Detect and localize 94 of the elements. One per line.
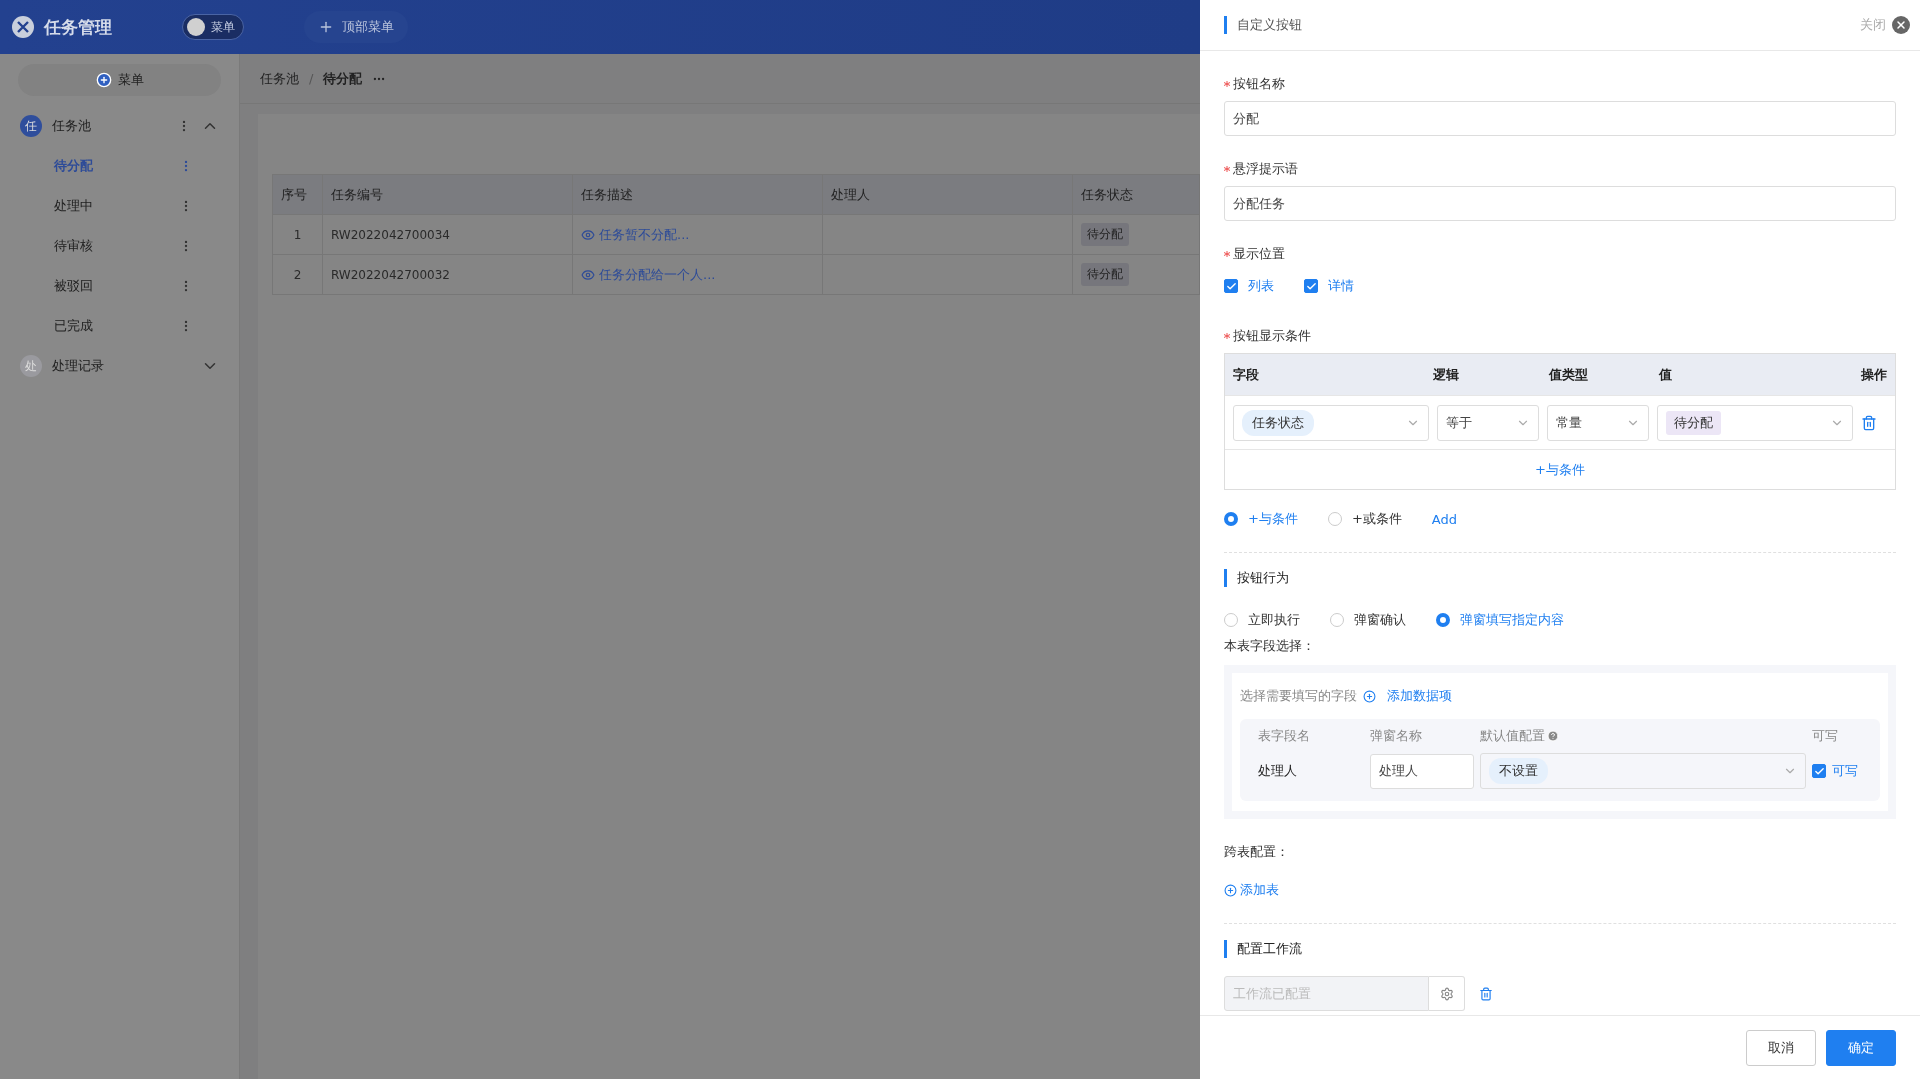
add-data-link[interactable]: 添加数据项	[1363, 687, 1453, 705]
required-icon	[1224, 81, 1230, 87]
select-field[interactable]: 不设置	[1480, 753, 1806, 789]
column-header: 任务状态	[1073, 175, 1200, 215]
radio-button[interactable]	[1327, 512, 1342, 526]
column-header: 操作	[1860, 365, 1887, 384]
select-field[interactable]: 任务状态	[1233, 404, 1429, 441]
plus-icon	[1363, 689, 1376, 703]
gear-icon	[1439, 986, 1454, 1001]
top-menu-button[interactable]: 顶部菜单	[304, 11, 408, 43]
radio-label[interactable]: 弹窗确认	[1354, 611, 1406, 629]
field-label: 按钮名称	[1233, 75, 1285, 93]
eye-icon	[581, 227, 595, 242]
sidebar-group[interactable]: 处理记录	[52, 357, 191, 375]
radio-button[interactable]	[1224, 613, 1238, 627]
table-cell: 1	[273, 215, 323, 255]
checkbox-label[interactable]: 列表	[1248, 277, 1274, 295]
input-field[interactable]: 分配任务	[1224, 186, 1896, 221]
cancel-button[interactable]: 取消	[1746, 1029, 1816, 1066]
column-header: 任务编号	[323, 175, 573, 215]
plus-icon	[1224, 883, 1237, 897]
hint-text: 选择需要填写的字段	[1240, 687, 1357, 705]
sidebar-item[interactable]: 处理中	[54, 197, 93, 215]
column-header: 字段	[1233, 365, 1260, 384]
checkbox[interactable]	[1224, 279, 1238, 293]
table-cell: RW2022042700032	[323, 255, 573, 295]
status-tag: 待分配	[1081, 263, 1129, 286]
section-label: 本表字段选择：	[1224, 637, 1316, 655]
add-button[interactable]: Add	[1431, 511, 1457, 527]
select-field[interactable]: 等于	[1437, 404, 1539, 441]
table-cell-text: 处理人	[1258, 762, 1298, 780]
radio-button[interactable]	[1330, 613, 1344, 627]
plus-icon	[318, 19, 334, 35]
delete-icon[interactable]	[1479, 986, 1493, 1001]
required-icon	[1224, 251, 1230, 257]
status-tag: 待分配	[1081, 223, 1129, 246]
checkbox-label[interactable]: 可写	[1832, 762, 1858, 780]
radio-label[interactable]: +或条件	[1351, 510, 1402, 528]
column-header: 默认值配置	[1480, 727, 1806, 745]
drawer-title: 自定义按钮	[1224, 16, 1302, 34]
column-header: 任务描述	[573, 175, 823, 215]
sidebar-group[interactable]: 任务池	[52, 117, 167, 135]
close-label[interactable]: 关闭	[1860, 16, 1886, 34]
column-header: 值	[1659, 365, 1673, 384]
add-menu-button[interactable]: 菜单	[18, 64, 221, 96]
plus-icon	[95, 72, 112, 88]
menu-toggle[interactable]: 菜单	[182, 14, 244, 40]
column-header: 序号	[273, 175, 323, 215]
checkbox-label[interactable]: 详情	[1328, 277, 1354, 295]
field-label: 显示位置	[1233, 245, 1285, 263]
field-label: 悬浮提示语	[1233, 160, 1298, 178]
add-table-link[interactable]: 添加表	[1224, 881, 1279, 899]
field-label: 按钮显示条件	[1233, 327, 1311, 345]
input-field[interactable]: 分配	[1224, 101, 1896, 136]
column-header: 值类型	[1549, 365, 1589, 384]
confirm-button[interactable]: 确定	[1826, 1029, 1896, 1066]
table-cell: RW2022042700034	[323, 215, 573, 255]
section-label: 跨表配置：	[1224, 843, 1290, 861]
app-title: 任务管理	[44, 15, 112, 39]
group-badge: 任	[20, 115, 42, 137]
table-cell: 2	[273, 255, 323, 295]
close-icon	[1895, 19, 1907, 31]
checkbox[interactable]	[1812, 764, 1826, 778]
radio-button[interactable]	[1224, 512, 1238, 526]
required-icon	[1224, 333, 1230, 339]
help-icon[interactable]	[1547, 730, 1559, 742]
checkbox[interactable]	[1304, 279, 1318, 293]
select-field[interactable]: 待分配	[1657, 404, 1853, 441]
group-badge: 处	[20, 355, 42, 377]
section-title: 按钮行为	[1224, 569, 1289, 587]
add-condition-link[interactable]: +与条件	[1535, 460, 1585, 479]
input-field[interactable]: 处理人	[1370, 753, 1474, 789]
settings-button[interactable]	[1429, 976, 1465, 1011]
radio-label[interactable]: +与条件	[1248, 510, 1298, 528]
radio-button[interactable]	[1436, 613, 1450, 627]
column-header: 处理人	[823, 175, 1073, 215]
close-button[interactable]	[1892, 16, 1910, 34]
radio-label[interactable]: 立即执行	[1248, 611, 1300, 629]
sidebar-item[interactable]: 已完成	[54, 317, 93, 335]
column-header: 弹窗名称	[1370, 727, 1423, 745]
column-header: 逻辑	[1433, 365, 1460, 384]
required-icon	[1224, 166, 1230, 172]
section-title: 配置工作流	[1224, 940, 1302, 958]
column-header: 表字段名	[1258, 727, 1311, 745]
breadcrumb-item[interactable]: 待分配	[323, 69, 363, 88]
column-header: 可写	[1812, 727, 1839, 745]
delete-icon[interactable]	[1861, 414, 1877, 431]
select-field[interactable]: 常量	[1547, 404, 1649, 441]
breadcrumb-item[interactable]: 任务池	[260, 69, 299, 88]
eye-icon	[581, 267, 595, 282]
breadcrumb-separator: /	[309, 71, 314, 86]
radio-label[interactable]: 弹窗填写指定内容	[1460, 611, 1564, 629]
sidebar-item[interactable]: 待审核	[54, 237, 93, 255]
sidebar-item[interactable]: 被驳回	[54, 277, 93, 295]
